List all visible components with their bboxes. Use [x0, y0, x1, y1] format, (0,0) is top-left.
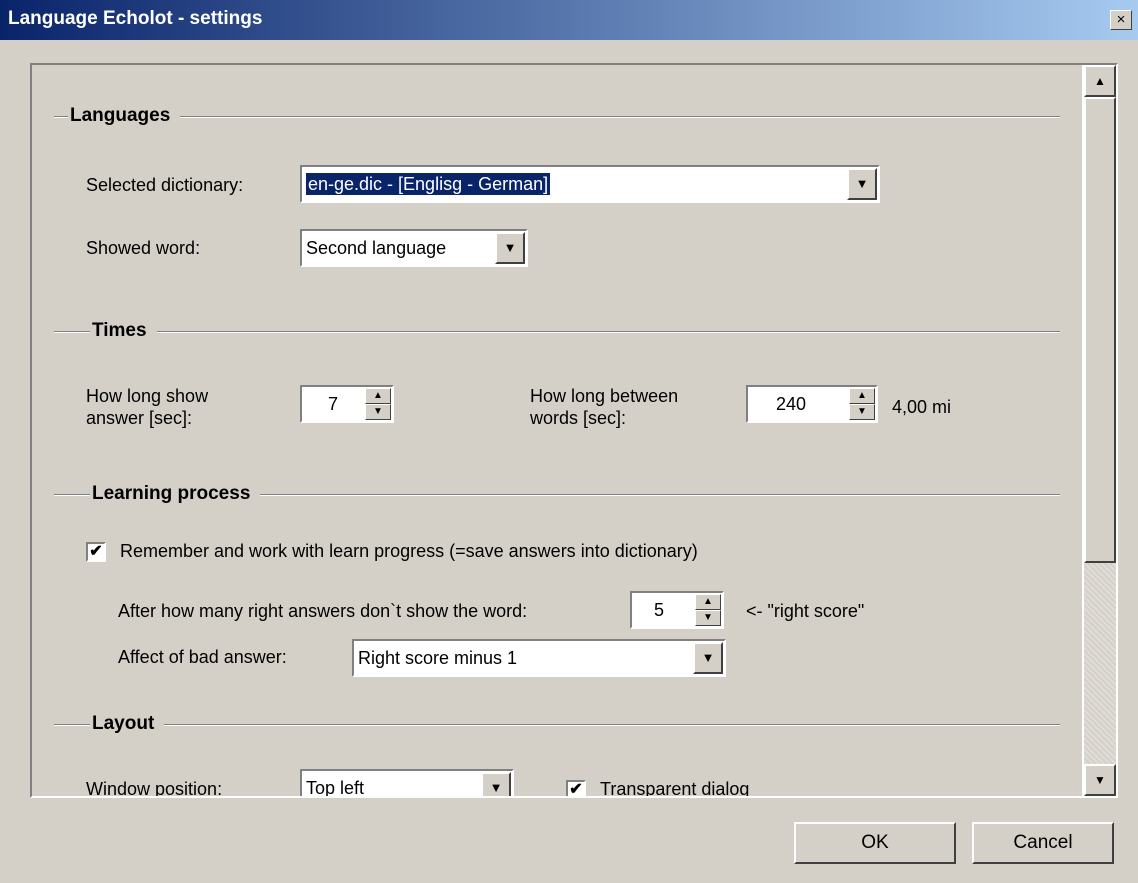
section-learning: Learning process [54, 483, 1060, 507]
bad-answer-select[interactable]: Right score minus 1 ▼ [352, 639, 726, 677]
dictionary-value: en-ge.dic - [Englisg - German] [306, 173, 551, 195]
section-languages: Languages [54, 105, 1060, 129]
window-title: Language Echolot - settings [8, 8, 263, 29]
section-title-times: Times [90, 320, 157, 342]
section-times: Times [54, 320, 1060, 344]
window-position-label: Window position: [86, 779, 223, 796]
spinner-up-icon[interactable]: ▲ [849, 388, 875, 404]
section-divider [54, 331, 1060, 333]
show-answer-spinner[interactable]: 7 ▲ ▼ [300, 385, 394, 423]
spinner-up-icon[interactable]: ▲ [365, 388, 391, 404]
scroll-thumb[interactable] [1084, 97, 1116, 563]
close-button[interactable]: × [1110, 10, 1132, 30]
showed-word-label: Showed word: [86, 238, 201, 258]
chevron-down-icon[interactable]: ▼ [693, 642, 723, 674]
dictionary-label: Selected dictionary: [86, 175, 244, 195]
showed-word-value: Second language [306, 238, 447, 258]
scroll-down-icon[interactable]: ▼ [1084, 764, 1116, 796]
section-divider [54, 116, 1060, 118]
chevron-down-icon[interactable]: ▼ [847, 168, 877, 200]
spinner-up-icon[interactable]: ▲ [695, 594, 721, 610]
between-words-spinner[interactable]: 240 ▲ ▼ [746, 385, 878, 423]
spinner-down-icon[interactable]: ▼ [849, 404, 875, 420]
bad-answer-value: Right score minus 1 [358, 648, 518, 668]
window-position-select[interactable]: Top left ▼ [300, 769, 514, 796]
show-answer-label: How long show answer [sec]: [86, 386, 209, 428]
chevron-down-icon[interactable]: ▼ [495, 232, 525, 264]
showed-word-select[interactable]: Second language ▼ [300, 229, 528, 267]
transparent-dialog-checkbox[interactable]: ✔ [566, 780, 586, 796]
right-answers-value: 5 [654, 600, 665, 620]
section-title-learning: Learning process [90, 483, 261, 505]
section-title-languages: Languages [68, 105, 181, 127]
spinner-down-icon[interactable]: ▼ [365, 404, 391, 420]
bad-answer-label: Affect of bad answer: [118, 647, 287, 667]
right-answers-label: After how many right answers don`t show … [118, 601, 528, 621]
spinner-down-icon[interactable]: ▼ [695, 610, 721, 626]
between-words-minutes: 4,00 mi [892, 397, 952, 417]
section-divider [54, 724, 1060, 726]
scroll-up-icon[interactable]: ▲ [1084, 65, 1116, 97]
right-score-hint: <- "right score" [746, 601, 865, 621]
settings-content: Languages Selected dictionary: en-ge.dic… [32, 65, 1082, 796]
ok-button[interactable]: OK [794, 822, 956, 864]
title-bar: Language Echolot - settings × [0, 0, 1138, 40]
between-words-label: How long between words [sec]: [530, 386, 679, 428]
right-answers-spinner[interactable]: 5 ▲ ▼ [630, 591, 724, 629]
window-position-value: Top left [306, 778, 365, 796]
section-layout: Layout [54, 713, 1060, 737]
chevron-down-icon[interactable]: ▼ [481, 772, 511, 796]
vertical-scrollbar[interactable]: ▲ ▼ [1084, 65, 1116, 796]
remember-progress-label: Remember and work with learn progress (=… [120, 541, 698, 561]
cancel-button[interactable]: Cancel [972, 822, 1114, 864]
show-answer-value: 7 [328, 394, 339, 414]
remember-progress-checkbox[interactable]: ✔ [86, 542, 106, 562]
settings-scroll-area: Languages Selected dictionary: en-ge.dic… [30, 63, 1118, 798]
transparent-dialog-label: Transparent dialog [600, 779, 750, 796]
between-words-value: 240 [776, 394, 807, 414]
section-title-layout: Layout [90, 713, 165, 735]
dictionary-select[interactable]: en-ge.dic - [Englisg - German] ▼ [300, 165, 880, 203]
